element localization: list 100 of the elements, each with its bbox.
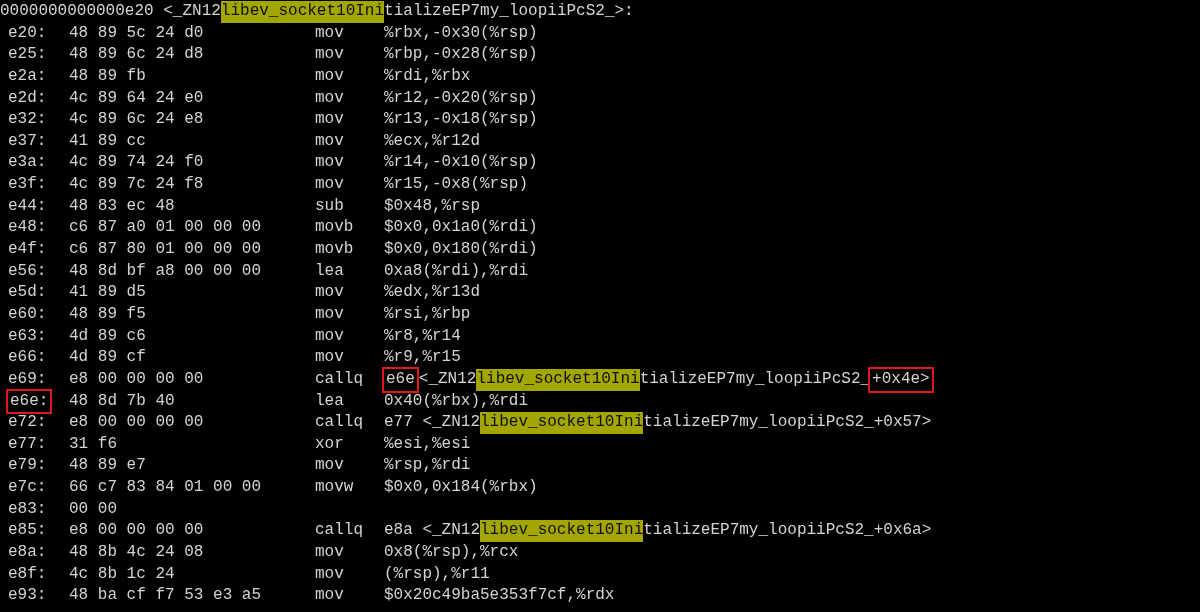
bytes-text: 48 8d bf a8 00 00 00 [69, 261, 262, 280]
symbol-text: %r14,-0x10(%rsp) [384, 152, 538, 174]
search-match: libev_socket10Ini [220, 1, 385, 23]
address-text: e4f: [8, 239, 47, 261]
mnemonic-text: mov [315, 564, 344, 583]
annotated-text: +0x4e> [870, 368, 932, 391]
address-text: e77: [8, 433, 47, 455]
address-text: e85: [8, 520, 47, 542]
search-match: libev_socket10Ini [480, 412, 644, 434]
symbol-text: %rbx,-0x30(%rsp) [384, 22, 538, 44]
mnemonic-text: mov [315, 304, 344, 323]
bytes-text: 48 89 6c 24 d8 [69, 45, 204, 64]
address-text: e6e: [8, 390, 51, 413]
address-text: e83: [8, 498, 47, 520]
bytes-text: c6 87 80 01 00 00 00 [69, 240, 262, 259]
address-text: e7c: [8, 477, 47, 499]
bytes-text: 66 c7 83 84 01 00 00 [69, 478, 262, 497]
address-text: e32: [8, 109, 47, 131]
bytes-text: 48 89 e7 [69, 456, 146, 475]
mnemonic-text: mov [315, 66, 344, 85]
symbol-text: %r13,-0x18(%rsp) [384, 109, 538, 131]
address-text: e93: [8, 585, 47, 607]
bytes-text: c6 87 a0 01 00 00 00 [69, 218, 262, 237]
symbol-text: %r8,%r14 [384, 325, 461, 347]
symbol-text: (%rsp),%r11 [384, 563, 490, 585]
bytes-text: e8 00 00 00 00 [69, 369, 204, 388]
symbol-text: %rsi,%rbp [384, 303, 471, 325]
bytes-text: 48 89 5c 24 d0 [69, 23, 204, 42]
symbol-text: %r12,-0x20(%rsp) [384, 87, 538, 109]
symbol-text: %ecx,%r12d [384, 130, 480, 152]
search-match: libev_socket10Ini [476, 368, 640, 391]
mnemonic-text: mov [315, 88, 344, 107]
mnemonic-text: lea [315, 391, 344, 410]
mnemonic-text: mov [315, 348, 344, 367]
bytes-text: 4c 89 64 24 e0 [69, 88, 204, 107]
symbol-text: $0x0,0x180(%rdi) [384, 239, 538, 261]
address-text: e63: [8, 325, 47, 347]
symbol-text: <_ZN12 [418, 368, 477, 390]
symbol-text: %rsp,%rdi [384, 455, 471, 477]
symbol-text: $0x48,%rsp [384, 195, 480, 217]
symbol-text: $0x0,0x184(%rbx) [384, 477, 538, 499]
mnemonic-text: mov [315, 45, 344, 64]
address-text: e2d: [8, 87, 47, 109]
mnemonic-text: mov [315, 110, 344, 129]
mnemonic-text: mov [315, 586, 344, 605]
address-text: e48: [8, 217, 47, 239]
symbol-text: %rdi,%rbx [384, 65, 471, 87]
symbol-text: 0x40(%rbx),%rdi [384, 390, 529, 412]
mnemonic-text: mov [315, 283, 344, 302]
mnemonic-text: mov [315, 175, 344, 194]
address-text: e60: [8, 303, 47, 325]
symbol-text: tializeEP7my_loopiiPcS2_+0x6a> [643, 520, 932, 542]
mnemonic-text: movw [315, 478, 354, 497]
symbol-text: tializeEP7my_loopiiPcS2_ [639, 368, 871, 390]
address-text: e66: [8, 347, 47, 369]
search-match: libev_socket10Ini [480, 520, 644, 543]
address-text: e3f: [8, 174, 47, 196]
bytes-text: 48 89 fb [69, 66, 146, 85]
bytes-text: 48 89 f5 [69, 304, 146, 323]
mnemonic-text: movb [315, 218, 354, 237]
mnemonic-text: movb [315, 240, 354, 259]
address-text: e37: [8, 130, 47, 152]
bytes-text: 41 89 d5 [69, 283, 146, 302]
address-text: e56: [8, 260, 47, 282]
mnemonic-text: callq [315, 521, 363, 540]
mnemonic-text: sub [315, 196, 344, 215]
mnemonic-text: mov [315, 23, 344, 42]
address-text: e20: [8, 22, 47, 44]
bytes-text: 4c 89 7c 24 f8 [69, 175, 204, 194]
mnemonic-text: mov [315, 326, 344, 345]
bytes-text: e8 00 00 00 00 [69, 521, 204, 540]
bytes-text: 4c 89 6c 24 e8 [69, 110, 204, 129]
bytes-text: 41 89 cc [69, 131, 146, 150]
bytes-text: 4c 8b 1c 24 [69, 564, 175, 583]
symbol-text: 0x8(%rsp),%rcx [384, 542, 519, 563]
address-text: e3a: [8, 152, 47, 174]
bytes-text: 48 8d 7b 40 [69, 391, 175, 410]
symbol-text: $0x0,0x1a0(%rdi) [384, 217, 538, 239]
bytes-text: 00 00 [69, 499, 117, 518]
address-text: e69: [8, 368, 47, 390]
symbol-text: 0000000000000e20 <_ZN12 [0, 1, 221, 22]
mnemonic-text: lea [315, 261, 344, 280]
mnemonic-text: callq [315, 413, 363, 432]
bytes-text: 48 ba cf f7 53 e3 a5 [69, 586, 262, 605]
symbol-text: e77 <_ZN12 [384, 412, 480, 434]
bytes-text: 4c 89 74 24 f0 [69, 153, 204, 172]
bytes-text: 48 8b 4c 24 08 [69, 543, 204, 561]
address-text: e79: [8, 455, 47, 477]
mnemonic-text: xor [315, 434, 344, 453]
mnemonic-text: mov [315, 543, 344, 561]
symbol-text: $0x20c49ba5e353f7cf,%rdx [384, 585, 615, 607]
symbol-text: tializeEP7my_loopiiPcS2_>: [384, 1, 634, 22]
symbol-text: %esi,%esi [384, 433, 471, 455]
address-text: e2a: [8, 65, 47, 87]
bytes-text: 31 f6 [69, 434, 117, 453]
bytes-text: e8 00 00 00 00 [69, 413, 204, 432]
address-text: e25: [8, 44, 47, 66]
address-text: e5d: [8, 282, 47, 304]
address-text: e44: [8, 195, 47, 217]
mnemonic-text: mov [315, 153, 344, 172]
